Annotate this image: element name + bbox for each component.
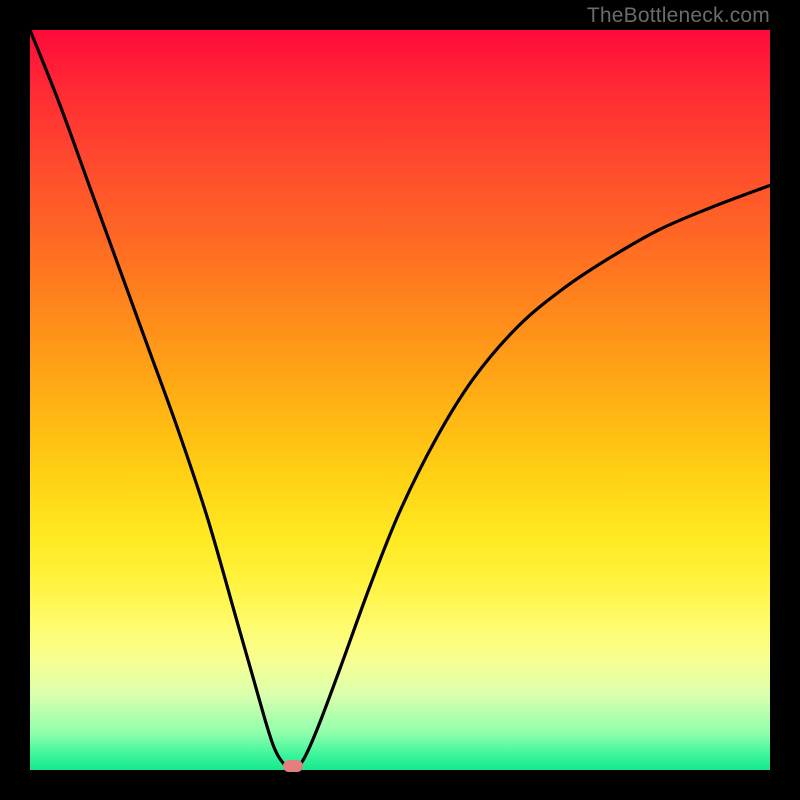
watermark-text: TheBottleneck.com	[587, 4, 770, 28]
chart-frame: TheBottleneck.com	[0, 0, 800, 800]
minimum-marker	[283, 760, 303, 772]
bottleneck-curve	[30, 30, 770, 770]
plot-area	[30, 30, 770, 770]
